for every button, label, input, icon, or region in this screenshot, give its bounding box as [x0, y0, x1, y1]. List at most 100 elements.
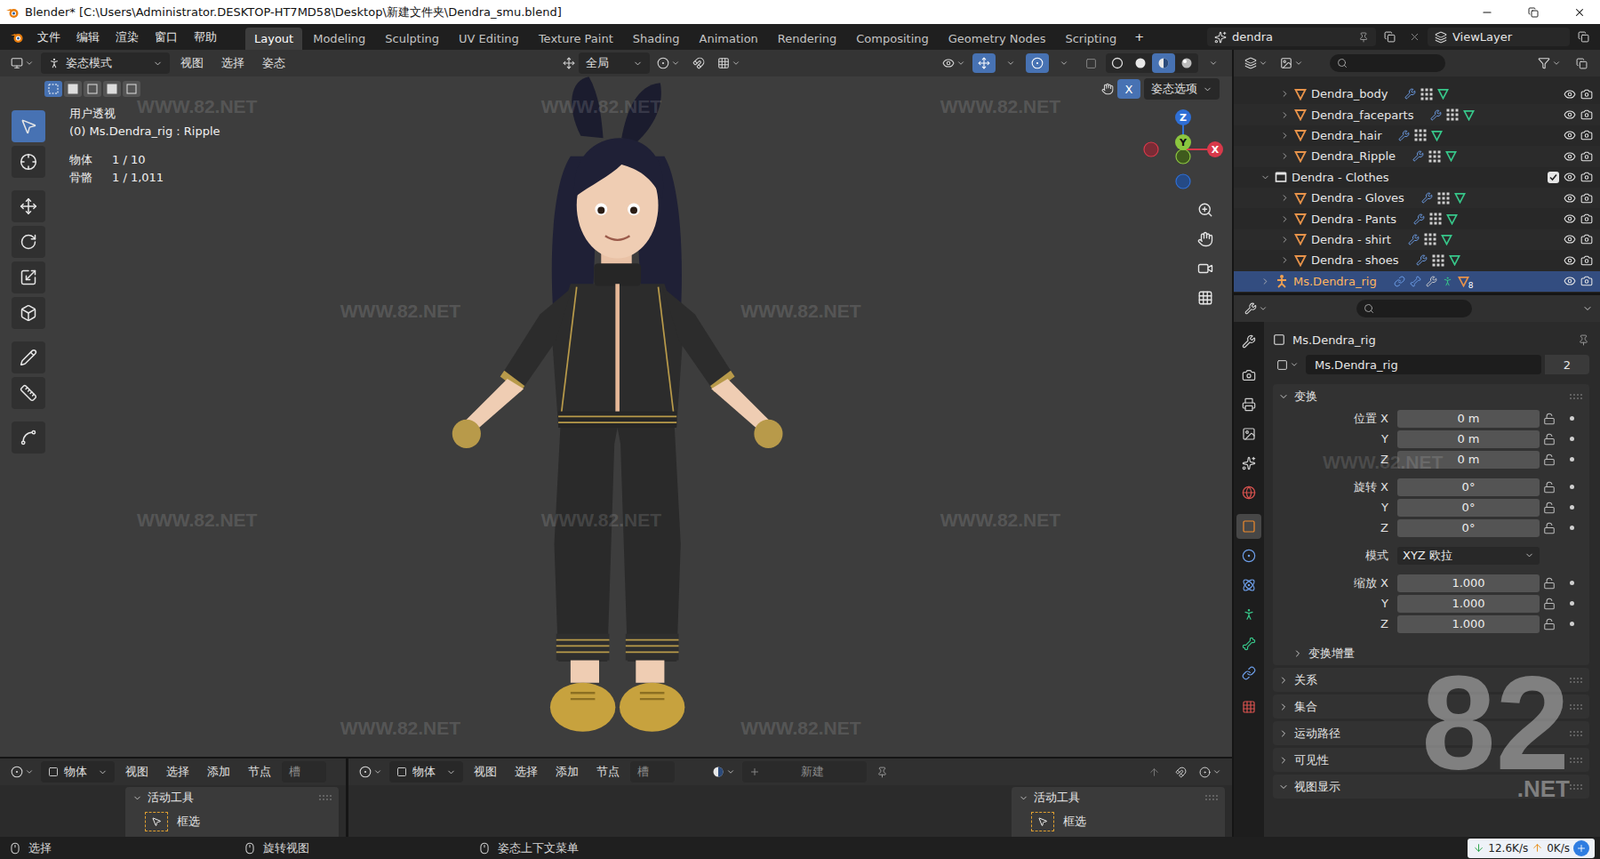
panel-header[interactable]: 活动工具: [1011, 786, 1225, 808]
users-count[interactable]: 2: [1544, 354, 1590, 375]
render-visibility-icon[interactable]: [1580, 170, 1593, 184]
orientation-dropdown[interactable]: 全局: [578, 52, 650, 74]
editor-menu[interactable]: 视图: [466, 760, 504, 783]
3d-viewport[interactable]: 姿态模式视图选择姿态全局X姿态选项用户透视(0) Ms.Dendra_rig :…: [0, 49, 1232, 757]
workspace-tab[interactable]: Geometry Nodes: [939, 27, 1056, 50]
snap-toggle[interactable]: [687, 53, 711, 73]
character-model[interactable]: [427, 74, 806, 733]
gizmo-dropdown[interactable]: [999, 53, 1023, 73]
keyframe-dot[interactable]: [1569, 456, 1575, 462]
visibility-icon[interactable]: [1563, 170, 1576, 184]
number-field[interactable]: 1.000: [1397, 594, 1540, 613]
ortho-toggle-button[interactable]: [1192, 284, 1219, 312]
properties-tab[interactable]: [1236, 543, 1262, 568]
shading-button[interactable]: [1175, 53, 1199, 73]
add-workspace-button[interactable]: +: [1127, 27, 1152, 47]
lock-icon[interactable]: [1543, 412, 1556, 425]
outliner-row[interactable]: Dendra - Gloves: [1233, 187, 1600, 208]
visibility-icon[interactable]: [1563, 192, 1576, 205]
outliner-row[interactable]: Dendra - shirt: [1233, 229, 1600, 250]
visibility-icon[interactable]: [1563, 128, 1576, 142]
render-visibility-icon[interactable]: [1580, 212, 1593, 225]
pan-button[interactable]: [1192, 225, 1219, 253]
shader-type-dropdown[interactable]: 物体: [40, 760, 115, 783]
overlay-dropdown[interactable]: [1052, 53, 1076, 73]
tool-button[interactable]: [11, 145, 46, 178]
new-material-button[interactable]: 新建: [742, 760, 867, 783]
workspace-tab[interactable]: Layout: [245, 27, 303, 50]
viewport-menu[interactable]: 视图: [173, 52, 211, 74]
filter-button[interactable]: [1534, 53, 1565, 73]
menu-item[interactable]: 编辑: [69, 26, 107, 48]
editor-type-button[interactable]: [1240, 298, 1272, 319]
tool-button[interactable]: [11, 110, 46, 143]
gizmo-toggle[interactable]: [972, 53, 996, 73]
number-field[interactable]: 0 m: [1397, 409, 1540, 428]
properties-tab[interactable]: [1236, 480, 1262, 505]
visibility-icon[interactable]: [1563, 108, 1576, 121]
overlay-toggle[interactable]: [1025, 53, 1049, 73]
outliner-row[interactable]: Dendra_hair: [1233, 125, 1600, 146]
shader-type-dropdown[interactable]: 物体: [389, 760, 464, 783]
keyframe-dot[interactable]: [1569, 416, 1575, 421]
drag-handle-icon[interactable]: [319, 793, 332, 801]
maximize-button[interactable]: [1512, 0, 1554, 24]
number-field[interactable]: 0°: [1397, 519, 1540, 537]
outliner-row[interactable]: Ms.Dendra_rig8: [1233, 271, 1600, 292]
outliner-row[interactable]: Dendra_Ripple: [1233, 145, 1600, 167]
viewport-menu[interactable]: 选择: [214, 52, 252, 74]
visibility-icon[interactable]: [1563, 88, 1576, 101]
visibility-icon[interactable]: [1563, 232, 1576, 246]
slot-dropdown[interactable]: 槽: [630, 760, 675, 783]
editor-type-button[interactable]: [7, 53, 38, 73]
tool-button[interactable]: [11, 341, 46, 374]
workspace-tab[interactable]: Animation: [690, 27, 768, 50]
blender-menu[interactable]: [5, 27, 29, 48]
expand-button[interactable]: [1573, 840, 1590, 856]
visibility-icon[interactable]: [1563, 254, 1576, 267]
visibility-icon[interactable]: [1563, 150, 1576, 163]
visibility-icon[interactable]: [1563, 274, 1576, 288]
keyframe-dot[interactable]: [1569, 504, 1575, 510]
render-visibility-icon[interactable]: [1580, 108, 1593, 121]
drag-handle-icon[interactable]: [1205, 793, 1218, 801]
panel-header[interactable]: 活动工具: [125, 786, 339, 808]
snap-toggle[interactable]: [1168, 761, 1192, 782]
editor-menu[interactable]: 添加: [548, 760, 586, 783]
properties-tab[interactable]: [1236, 513, 1262, 539]
properties-tab[interactable]: [1236, 328, 1262, 354]
display-mode-button[interactable]: [1276, 53, 1307, 73]
zoom-button[interactable]: [1192, 196, 1219, 224]
number-field[interactable]: 0°: [1397, 498, 1540, 517]
active-tool-row[interactable]: 框选: [1011, 808, 1225, 835]
active-tool-row[interactable]: 框选: [125, 808, 339, 835]
viewport-menu[interactable]: 姿态: [255, 52, 293, 74]
lock-icon[interactable]: [1543, 597, 1556, 610]
pivot-button[interactable]: [653, 53, 684, 73]
object-name-field[interactable]: Ms.Dendra_rig: [1305, 354, 1542, 375]
visibility-button[interactable]: [938, 53, 969, 73]
new-scene-button[interactable]: [1377, 27, 1401, 48]
outliner-row[interactable]: Dendra - shoes: [1233, 249, 1600, 271]
workspace-tab[interactable]: Shading: [624, 27, 689, 50]
properties-tab[interactable]: [1236, 631, 1262, 656]
keyframe-dot[interactable]: [1569, 580, 1575, 585]
workspace-tab[interactable]: Scripting: [1056, 27, 1126, 50]
exclude-checkbox[interactable]: [1547, 171, 1560, 184]
outliner-row[interactable]: Dendra_faceparts: [1233, 104, 1600, 125]
tool-button[interactable]: [11, 421, 46, 454]
parent-node-button[interactable]: [1142, 761, 1166, 782]
render-visibility-icon[interactable]: [1580, 128, 1593, 142]
overlay-button[interactable]: [1195, 761, 1225, 782]
number-field[interactable]: 0°: [1397, 478, 1540, 496]
lock-icon[interactable]: [1543, 453, 1556, 466]
shading-button[interactable]: [1152, 53, 1176, 73]
editor-menu[interactable]: 节点: [240, 760, 279, 783]
properties-tab[interactable]: [1236, 601, 1262, 627]
lock-icon[interactable]: [1543, 480, 1556, 494]
drag-handle-icon[interactable]: [1569, 392, 1583, 400]
minimize-button[interactable]: [1466, 0, 1508, 24]
editor-menu[interactable]: 选择: [507, 760, 545, 783]
workspace-tab[interactable]: Compositing: [847, 27, 938, 50]
section-header[interactable]: 集合: [1272, 694, 1590, 719]
